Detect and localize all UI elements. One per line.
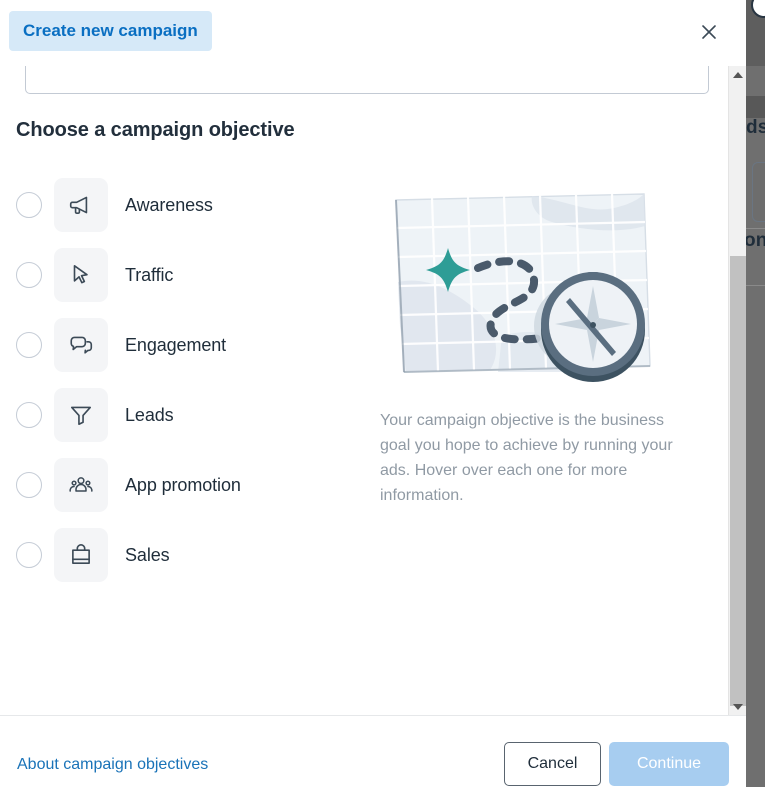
objective-heading: Choose a campaign objective xyxy=(16,119,295,141)
radio-engagement[interactable] xyxy=(16,332,42,358)
objective-label: Traffic xyxy=(125,264,174,285)
about-campaign-objectives-link[interactable]: About campaign objectives xyxy=(17,756,208,774)
background-card xyxy=(752,162,765,222)
cancel-button[interactable]: Cancel xyxy=(504,742,601,786)
scroll-down-icon[interactable] xyxy=(729,698,746,715)
create-campaign-modal: Create new campaign Choose a campaign ob… xyxy=(0,0,746,787)
objective-info-panel: Your campaign objective is the business … xyxy=(372,186,702,508)
shopping-bag-icon xyxy=(54,528,108,582)
scrollbar-thumb[interactable] xyxy=(730,256,746,706)
background-text-fragment: on xyxy=(744,230,765,251)
modal-scrollbar[interactable] xyxy=(728,66,746,715)
create-new-campaign-badge[interactable]: Create new campaign xyxy=(9,11,212,51)
continue-button[interactable]: Continue xyxy=(609,742,729,786)
objective-label: Leads xyxy=(125,404,174,425)
objective-list: Awareness Traffic Engagement Leads App p… xyxy=(0,170,360,590)
background-strip xyxy=(746,96,765,118)
objective-option-awareness[interactable]: Awareness xyxy=(0,170,360,240)
objective-description: Your campaign objective is the business … xyxy=(380,412,673,504)
campaign-name-input[interactable] xyxy=(25,66,709,94)
background-divider xyxy=(746,285,765,286)
cursor-icon xyxy=(54,248,108,302)
map-with-compass-illustration xyxy=(395,193,651,382)
radio-sales[interactable] xyxy=(16,542,42,568)
objective-label: App promotion xyxy=(125,474,241,495)
radio-app-promotion[interactable] xyxy=(16,472,42,498)
objective-option-app-promotion[interactable]: App promotion xyxy=(0,450,360,520)
radio-leads[interactable] xyxy=(16,402,42,428)
radio-traffic[interactable] xyxy=(16,262,42,288)
modal-header: Create new campaign xyxy=(0,0,746,66)
objective-label: Sales xyxy=(125,544,170,565)
objective-option-leads[interactable]: Leads xyxy=(0,380,360,450)
modal-footer: About campaign objectives Cancel Continu… xyxy=(0,715,746,787)
chat-bubbles-icon xyxy=(54,318,108,372)
background-text-fragment: ds xyxy=(746,117,765,138)
funnel-icon xyxy=(54,388,108,442)
objective-option-traffic[interactable]: Traffic xyxy=(0,240,360,310)
close-icon[interactable] xyxy=(694,17,724,47)
objective-label: Awareness xyxy=(125,194,213,215)
objective-option-engagement[interactable]: Engagement xyxy=(0,310,360,380)
megaphone-icon xyxy=(54,178,108,232)
radio-awareness[interactable] xyxy=(16,192,42,218)
objective-label: Engagement xyxy=(125,334,227,355)
people-group-icon xyxy=(54,458,108,512)
scroll-up-icon[interactable] xyxy=(729,66,746,83)
background-divider xyxy=(746,228,765,229)
modal-body: Choose a campaign objective Awareness Tr… xyxy=(0,66,728,715)
objective-option-sales[interactable]: Sales xyxy=(0,520,360,590)
